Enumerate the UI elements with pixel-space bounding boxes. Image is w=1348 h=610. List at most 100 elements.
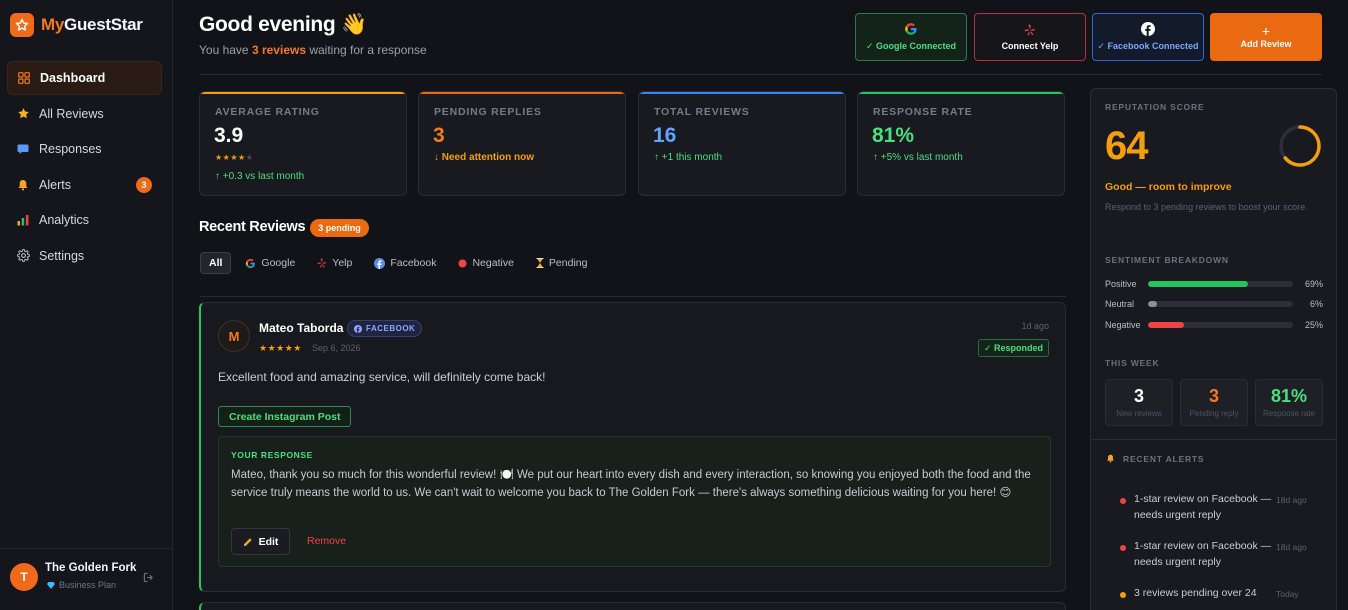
filter-label: Yelp: [332, 257, 353, 269]
avatar[interactable]: T: [10, 563, 38, 591]
page-subtitle: You have 3 reviews waiting for a respons…: [199, 43, 427, 57]
logout-icon[interactable]: [143, 572, 154, 583]
reputation-score: 64: [1105, 124, 1148, 168]
brand-name: MyGuestStar: [41, 15, 143, 34]
stat-value: 3: [433, 124, 445, 147]
reputation-label: REPUTATION SCORE: [1105, 102, 1205, 112]
alerts-count-badge: 3: [136, 176, 152, 193]
bar-chart-icon: [16, 213, 30, 227]
grid-icon: [17, 71, 31, 85]
connect-yelp-label: Connect Yelp: [1001, 40, 1059, 51]
filter-label: Google: [261, 257, 296, 269]
stat-card-average-rating: AVERAGE RATING 3.9 ★★★★★ ↑ +0.3 vs last …: [199, 91, 407, 196]
sentiment-row-positive: Positive 69%: [1105, 278, 1323, 290]
stat-label: RESPONSE RATE: [873, 106, 973, 118]
add-review-button[interactable]: + Add Review: [1210, 13, 1322, 61]
filter-label: All: [209, 257, 223, 269]
alert-dot-icon: [1120, 545, 1126, 551]
this-week-label: THIS WEEK: [1105, 358, 1160, 368]
response-label: YOUR RESPONSE: [231, 450, 313, 460]
gear-icon: [16, 249, 30, 263]
sidebar-item-label: Dashboard: [40, 71, 106, 85]
yelp-icon: [317, 258, 327, 268]
filter-facebook[interactable]: Facebook: [366, 252, 444, 274]
edit-label: Edit: [258, 535, 279, 548]
reputation-status: Good — room to improve: [1105, 181, 1232, 193]
sentiment-bar: [1148, 281, 1293, 287]
section-title: Recent Reviews: [199, 219, 306, 235]
sidebar-item-label: Alerts: [39, 177, 71, 192]
platform-badge: FACEBOOK: [347, 320, 423, 337]
stat-card-total-reviews: TOTAL REVIEWS 16 ↑ +1 this month: [638, 91, 846, 196]
edit-response-button[interactable]: Edit: [231, 528, 290, 555]
sidebar-item-analytics[interactable]: Analytics: [7, 203, 162, 237]
alert-age: 18d ago: [1276, 495, 1307, 505]
filter-label: Facebook: [390, 257, 437, 269]
facebook-icon: [374, 257, 386, 269]
page-title: Good evening 👋: [199, 13, 367, 36]
sentiment-fill: [1148, 301, 1157, 307]
filter-negative[interactable]: Negative: [450, 252, 521, 274]
business-name: The Golden Fork: [45, 562, 137, 574]
sentiment-name: Positive: [1105, 279, 1137, 289]
panel-divider: [1091, 439, 1336, 440]
facebook-connected-label: ✓ Facebook Connected: [1097, 41, 1199, 51]
create-instagram-post-button[interactable]: Create Instagram Post: [218, 406, 352, 427]
week-stat-label: Pending reply: [1189, 409, 1239, 418]
stat-label: TOTAL REVIEWS: [654, 106, 750, 118]
remove-response-button[interactable]: Remove: [307, 535, 346, 547]
star-icon: [16, 107, 30, 121]
sidebar-item-label: All Reviews: [39, 106, 104, 121]
alert-dot-icon: [1120, 592, 1126, 598]
sentiment-name: Negative: [1105, 320, 1141, 330]
brand[interactable]: MyGuestStar: [10, 13, 143, 37]
sentiment-bar: [1148, 322, 1293, 328]
week-stat-response-rate: 81% Response rate: [1255, 379, 1323, 426]
sidebar-item-settings[interactable]: Settings: [7, 239, 162, 273]
facebook-connected-button[interactable]: ✓ Facebook Connected: [1092, 13, 1204, 61]
week-stat-value: 81%: [1270, 386, 1308, 406]
plan-name: Business Plan: [59, 580, 117, 590]
status-badge: ✓ Responded: [977, 339, 1049, 357]
google-connected-button[interactable]: ✓ Google Connected: [855, 13, 967, 61]
sidebar-item-alerts[interactable]: Alerts 3: [7, 168, 162, 202]
review-age: 1d ago: [1021, 321, 1049, 331]
avatar: M: [218, 320, 250, 352]
platform-label: FACEBOOK: [366, 324, 416, 333]
review-card: [199, 602, 1066, 610]
week-stat-label: New reviews: [1116, 409, 1162, 418]
alert-text: 3 reviews pending over 24: [1134, 587, 1257, 599]
sidebar-item-label: Responses: [39, 142, 102, 156]
filter-all[interactable]: All: [200, 252, 232, 274]
section-divider: [199, 296, 1066, 297]
review-text: Excellent food and amazing service, will…: [218, 370, 546, 384]
sidebar-item-all-reviews[interactable]: All Reviews: [7, 97, 162, 131]
sentiment-percent: 25%: [1304, 320, 1323, 330]
review-date: Sep 6, 2026: [312, 343, 361, 353]
stat-value: 16: [653, 124, 677, 147]
filter-yelp[interactable]: Yelp: [309, 252, 360, 274]
sidebar-item-responses[interactable]: Responses: [7, 132, 162, 166]
alert-dot-icon: [1120, 498, 1126, 504]
stat-trend: ↓ Need attention now: [434, 152, 534, 163]
connect-yelp-button[interactable]: Connect Yelp: [974, 13, 1086, 61]
plan-label: Business Plan: [47, 580, 116, 590]
week-stat-new-reviews: 3 New reviews: [1105, 379, 1173, 426]
filter-pending[interactable]: Pending: [528, 252, 596, 274]
add-review-label: Add Review: [1240, 38, 1292, 49]
review-filters: All Google Yelp Facebook Negative Pendin…: [200, 252, 601, 274]
alert-age: 18d ago: [1276, 542, 1307, 552]
google-icon: [904, 22, 918, 36]
stat-value: 3.9: [214, 124, 244, 147]
week-stat-pending-reply: 3 Pending reply: [1180, 379, 1248, 426]
filter-google[interactable]: Google: [237, 252, 303, 274]
sidebar-item-dashboard[interactable]: Dashboard: [7, 61, 162, 95]
rating-stars: ★★★★★: [215, 153, 254, 162]
stat-trend: ↑ +1 this month: [654, 152, 723, 163]
sidebar: MyGuestStar Dashboard All Reviews Respon…: [0, 0, 173, 610]
week-stat-label: Response rate: [1262, 409, 1316, 418]
alert-text: 1-star review on Facebook — needs urgent…: [1134, 540, 1272, 568]
response-text: Mateo, thank you so much for this wonder…: [231, 469, 1031, 499]
week-stat-value: 3: [1133, 386, 1144, 406]
week-stat-value: 3: [1208, 386, 1219, 406]
